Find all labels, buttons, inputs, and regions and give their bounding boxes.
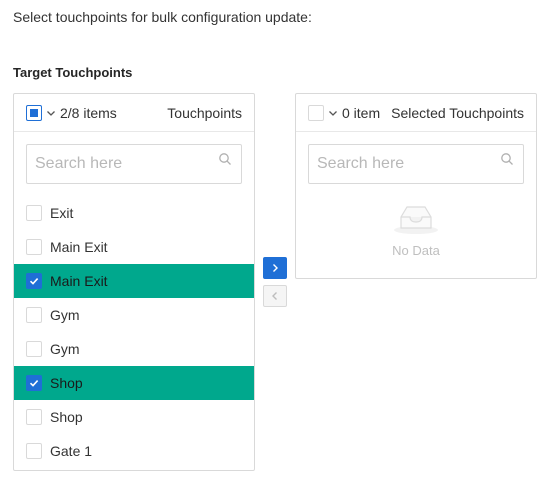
item-label: Gate 1 (50, 443, 93, 459)
item-label: Gym (50, 307, 80, 323)
source-search-box (26, 144, 242, 184)
move-right-button[interactable] (263, 257, 287, 279)
item-label: Main Exit (50, 239, 108, 255)
no-data-text: No Data (392, 243, 440, 258)
search-icon (501, 153, 513, 165)
source-item-list: Exit Main Exit Main Exit Gym Gym Shop Shop Gate… (14, 196, 254, 468)
check-icon (29, 278, 39, 285)
target-count-label: 0 item (342, 104, 381, 121)
list-item[interactable]: Shop (14, 400, 254, 434)
item-checkbox[interactable] (26, 341, 42, 357)
intro-text: Select touchpoints for bulk configuratio… (13, 9, 312, 25)
item-label: Main Exit (50, 273, 108, 289)
item-checkbox[interactable] (26, 375, 42, 391)
source-list-header: 2/8 items Touchpoints (14, 94, 254, 132)
chevron-down-icon[interactable] (328, 108, 338, 118)
item-checkbox[interactable] (26, 307, 42, 323)
source-list-panel: 2/8 items Touchpoints Exit Main Exit Main … (13, 93, 255, 471)
source-list-title: Touchpoints (167, 104, 242, 121)
list-item[interactable]: Main Exit (14, 230, 254, 264)
source-search-input[interactable] (27, 145, 241, 183)
inbox-icon (394, 206, 438, 234)
item-checkbox[interactable] (26, 409, 42, 425)
check-icon (29, 380, 39, 387)
item-label: Shop (50, 409, 83, 425)
section-title: Target Touchpoints (13, 65, 133, 80)
move-left-button[interactable] (263, 285, 287, 307)
chevron-down-icon[interactable] (46, 108, 56, 118)
target-list-title: Selected Touchpoints (391, 104, 524, 121)
chevron-right-icon (273, 264, 278, 272)
item-checkbox[interactable] (26, 205, 42, 221)
target-list-header: 0 item Selected Touchpoints (296, 94, 536, 132)
item-checkbox[interactable] (26, 443, 42, 459)
search-icon (219, 153, 231, 165)
target-select-all-checkbox[interactable] (308, 104, 324, 121)
list-item[interactable]: Shop (14, 366, 254, 400)
target-search-input[interactable] (309, 145, 523, 183)
chevron-left-icon (272, 292, 277, 300)
item-label: Gym (50, 341, 80, 357)
item-label: Shop (50, 375, 83, 391)
list-item[interactable]: Exit (14, 196, 254, 230)
list-item[interactable]: Gym (14, 332, 254, 366)
source-select-all-checkbox[interactable] (26, 104, 42, 121)
item-checkbox[interactable] (26, 239, 42, 255)
source-count-label: 2/8 items (60, 104, 117, 121)
target-list-panel: 0 item Selected Touchpoints No Data (295, 93, 537, 279)
target-search-box (308, 144, 524, 184)
list-item[interactable]: Gate 1 (14, 434, 254, 468)
item-label: Exit (50, 205, 74, 221)
empty-state: No Data (296, 201, 536, 258)
list-item[interactable]: Main Exit (14, 264, 254, 298)
list-item[interactable]: Gym (14, 298, 254, 332)
item-checkbox[interactable] (26, 273, 42, 289)
